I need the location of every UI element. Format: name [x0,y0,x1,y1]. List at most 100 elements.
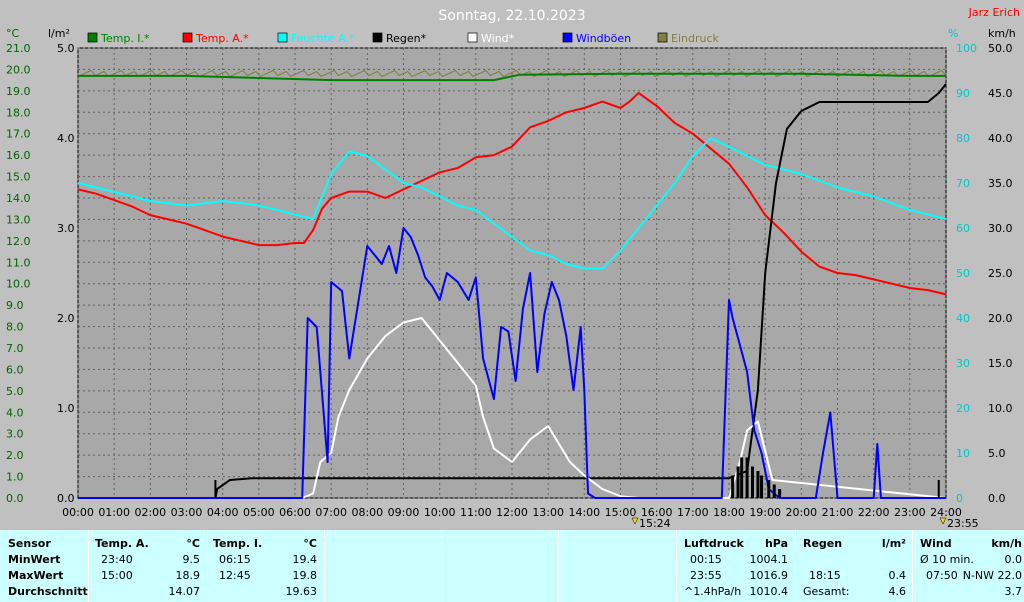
pressure-min-time: 00:15 [690,553,722,566]
panel-divider [88,530,89,602]
x-tick-label: 22:00 [858,506,890,519]
temp-tick-label: 12.0 [6,235,31,248]
legend-label: Temp. A.* [195,32,249,45]
rain-unit: l/m² [881,537,906,550]
temp-unit-label: °C [6,27,20,40]
humidity-tick-label: 30 [956,357,970,370]
humidity-unit-label: % [948,27,958,40]
rain-bar [767,480,771,498]
rain-tick-label: 1.0 [57,402,75,415]
temp-tick-label: 10.0 [6,278,31,291]
panel-divider [912,530,913,602]
temp-a-max-value: 18.9 [175,569,201,582]
legend-swatch [87,32,98,43]
rain-bar [731,475,735,498]
temp-tick-label: 21.0 [6,42,31,55]
panel-divider [676,530,677,602]
legend-label: Wind* [481,32,515,45]
temp-tick-label: 19.0 [6,85,31,98]
rain-bar [745,457,749,498]
x-tick-label: 10:00 [424,506,456,519]
temp-tick-label: 14.0 [6,192,31,205]
wind-avg-label: Ø 10 min. [920,553,974,566]
marker-label-2: 23:55 [947,517,979,530]
x-tick-label: 06:00 [279,506,311,519]
temp-tick-label: 20.0 [6,63,31,76]
rain-tick-label: 2.0 [57,312,75,325]
legend-label: Windböen [576,32,631,45]
rain-total-value: 4.6 [888,585,907,598]
pressure-unit: hPa [764,537,788,550]
x-tick-label: 14:00 [568,506,600,519]
x-tick-label: 15:00 [605,506,637,519]
temp-tick-label: 5.0 [6,385,24,398]
x-tick-label: 07:00 [315,506,347,519]
sensor-title: Sensor [8,537,51,550]
temp-i-avg-value: 19.63 [285,585,318,598]
temp-tick-label: 13.0 [6,213,31,226]
x-tick-label: 12:00 [496,506,528,519]
pressure-trend-value: 1010.4 [749,585,789,598]
legend-swatch [467,32,478,43]
humidity-tick-label: 100 [956,42,977,55]
x-tick-label: 04:00 [207,506,239,519]
pressure-trend-label: ^1.4hPa/h [684,585,742,598]
temp-tick-label: 8.0 [6,321,24,334]
temp-tick-label: 2.0 [6,449,24,462]
temp-i-min-value: 19.4 [292,553,318,566]
x-tick-label: 09:00 [388,506,420,519]
wind-tick-label: 0.0 [988,492,1006,505]
x-tick-label: 21:00 [822,506,854,519]
humidity-tick-label: 60 [956,222,970,235]
legend-label: Regen* [386,32,427,45]
humidity-tick-label: 0 [956,492,963,505]
rain-max-value: 0.4 [888,569,907,582]
temp-tick-label: 17.0 [6,128,31,141]
temp-i-unit: °C [303,537,317,550]
panel-divider [795,530,796,602]
wind-tick-label: 30.0 [988,222,1013,235]
rain-bar [772,484,776,498]
wind-unit: km/h [991,537,1022,550]
humidity-tick-label: 20 [956,402,970,415]
maxwert-label: MaxWert [8,569,64,582]
wind-tick-label: 45.0 [988,87,1013,100]
legend-label: Feuchte A.* [291,32,355,45]
chart-title: Sonntag, 22.10.2023 [438,8,585,24]
x-tick-label: 00:00 [62,506,94,519]
pressure-title: Luftdruck [684,537,744,550]
wind-tick-label: 10.0 [988,402,1013,415]
wind-max-value: N-NW 22.0 [962,569,1022,582]
legend-swatch [182,32,193,43]
rain-max-time: 18:15 [809,569,841,582]
temp-tick-label: 1.0 [6,471,24,484]
wind-day-value: 3.7 [1004,585,1023,598]
rain-tick-label: 5.0 [57,42,75,55]
x-tick-label: 02:00 [134,506,166,519]
x-tick-label: 08:00 [351,506,383,519]
durchschnitt-label: Durchschnitt [8,585,88,598]
marker-icon [631,517,639,525]
temp-i-max-value: 19.8 [292,569,318,582]
x-tick-label: 11:00 [460,506,492,519]
x-tick-label: 17:00 [677,506,709,519]
legend-label: Temp. I.* [100,32,150,45]
rain-bar [214,480,217,498]
rain-tick-label: 4.0 [57,132,75,145]
x-tick-label: 01:00 [98,506,130,519]
rain-bar [778,489,782,498]
temp-tick-label: 16.0 [6,149,31,162]
x-tick-label: 18:00 [713,506,745,519]
x-tick-label: 20:00 [785,506,817,519]
wind-tick-label: 15.0 [988,357,1013,370]
rain-bar [740,457,744,498]
minwert-label: MinWert [8,553,61,566]
rain-bar [937,480,940,498]
rain-title: Regen [803,537,843,550]
temp-tick-label: 11.0 [6,256,31,269]
humidity-tick-label: 90 [956,87,970,100]
rain-tick-label: 0.0 [57,492,75,505]
marker-label-1: 15:24 [639,517,671,530]
panel-divider [324,530,325,602]
temp-i-min-time: 06:15 [219,553,251,566]
